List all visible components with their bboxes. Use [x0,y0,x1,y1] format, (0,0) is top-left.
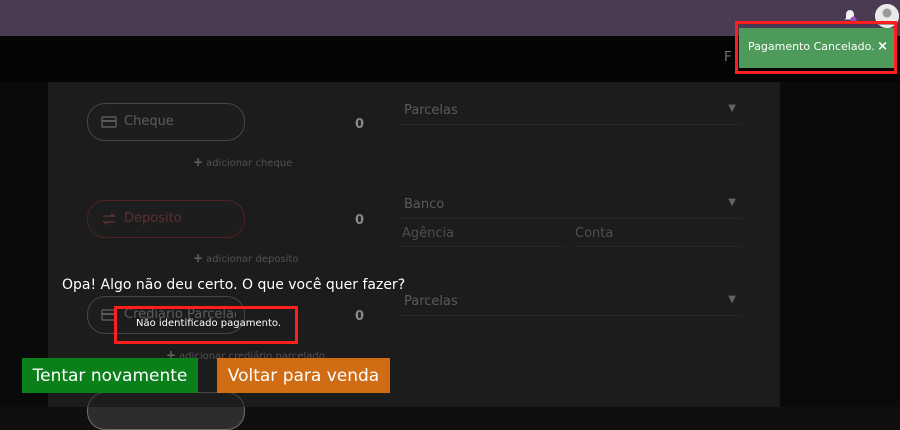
back-to-sale-button[interactable]: Voltar para venda [217,358,390,393]
toast-highlight-box [735,21,897,74]
dialog-message: Não identificado pagamento. [136,318,282,329]
retry-button[interactable]: Tentar novamente [22,358,198,393]
modal-overlay [0,36,900,407]
dialog-title: Opa! Algo não deu certo. O que você quer… [62,277,406,293]
bell-icon[interactable] [843,8,857,23]
